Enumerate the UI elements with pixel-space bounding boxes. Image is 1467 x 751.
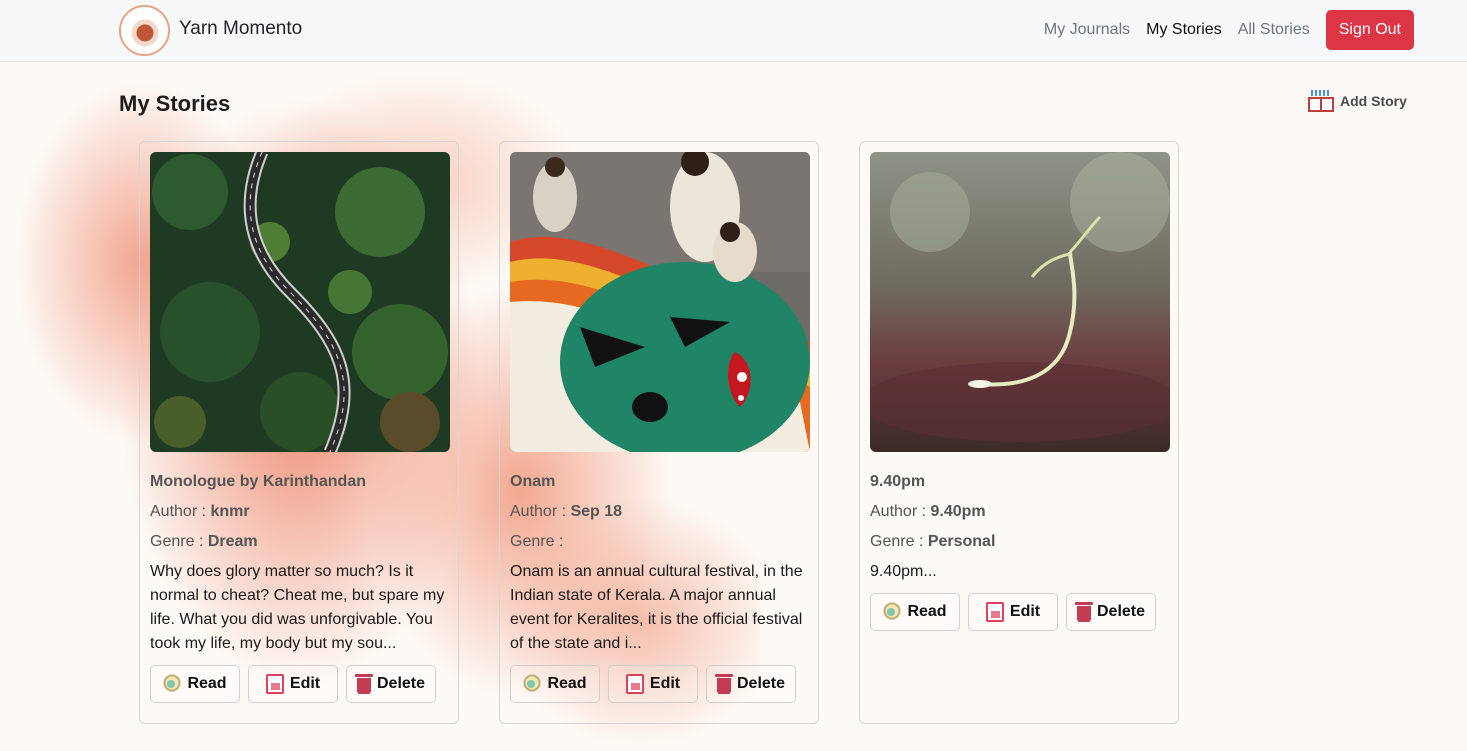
read-icon	[163, 674, 182, 694]
read-button[interactable]: Read	[870, 593, 960, 631]
story-excerpt: Onam is an annual cultural festival, in …	[510, 563, 803, 652]
nav-my-stories[interactable]: My Stories	[1146, 10, 1222, 50]
open-book-icon	[1308, 90, 1334, 112]
navbar: Yarn Momento My Journals My Stories All …	[0, 0, 1467, 62]
read-icon	[523, 674, 542, 694]
story-title: Monologue by Karinthandan	[150, 473, 366, 490]
story-genre: Genre : Personal	[870, 533, 996, 550]
nav-all-stories[interactable]: All Stories	[1238, 10, 1310, 50]
story-image[interactable]	[870, 152, 1170, 452]
brand-logo[interactable]	[119, 5, 170, 56]
edit-button[interactable]: Edit	[968, 593, 1058, 631]
add-story-button[interactable]: Add Story	[1308, 90, 1407, 112]
story-genre: Genre :	[510, 533, 564, 550]
story-author: Author : Sep 18	[510, 503, 623, 520]
page-title: My Stories	[119, 91, 231, 116]
story-author: Author : knmr	[150, 503, 250, 520]
nav-links: My Journals My Stories All Stories Sign …	[1028, 10, 1414, 50]
edit-button[interactable]: Edit	[608, 665, 698, 703]
story-card: 9.40pm Author : 9.40pm Genre : Personal …	[859, 141, 1179, 724]
story-card: Onam Author : Sep 18 Genre : Onam is an …	[499, 141, 819, 724]
edit-button[interactable]: Edit	[248, 665, 338, 703]
read-icon	[883, 602, 902, 622]
story-excerpt: Why does glory matter so much? Is it nor…	[150, 563, 445, 652]
delete-button[interactable]: Delete	[346, 665, 436, 703]
story-genre: Genre : Dream	[150, 533, 258, 550]
nav-my-journals[interactable]: My Journals	[1044, 10, 1130, 50]
story-title: 9.40pm	[870, 473, 926, 490]
add-story-label: Add Story	[1340, 93, 1407, 109]
delete-button[interactable]: Delete	[1066, 593, 1156, 631]
brand-name[interactable]: Yarn Momento	[179, 18, 302, 40]
story-image[interactable]	[510, 152, 810, 452]
story-image[interactable]	[150, 152, 450, 452]
edit-icon	[265, 674, 284, 694]
edit-icon	[625, 674, 644, 694]
read-button[interactable]: Read	[150, 665, 240, 703]
story-excerpt: 9.40pm...	[870, 563, 937, 580]
edit-icon	[985, 602, 1004, 622]
trash-icon	[714, 673, 733, 694]
trash-icon	[1074, 601, 1093, 622]
delete-button[interactable]: Delete	[706, 665, 796, 703]
sign-out-button[interactable]: Sign Out	[1325, 10, 1414, 50]
story-title: Onam	[510, 473, 556, 490]
story-author: Author : 9.40pm	[870, 503, 986, 520]
read-button[interactable]: Read	[510, 665, 600, 703]
story-card: Monologue by Karinthandan Author : knmr …	[139, 141, 459, 724]
trash-icon	[354, 673, 373, 694]
